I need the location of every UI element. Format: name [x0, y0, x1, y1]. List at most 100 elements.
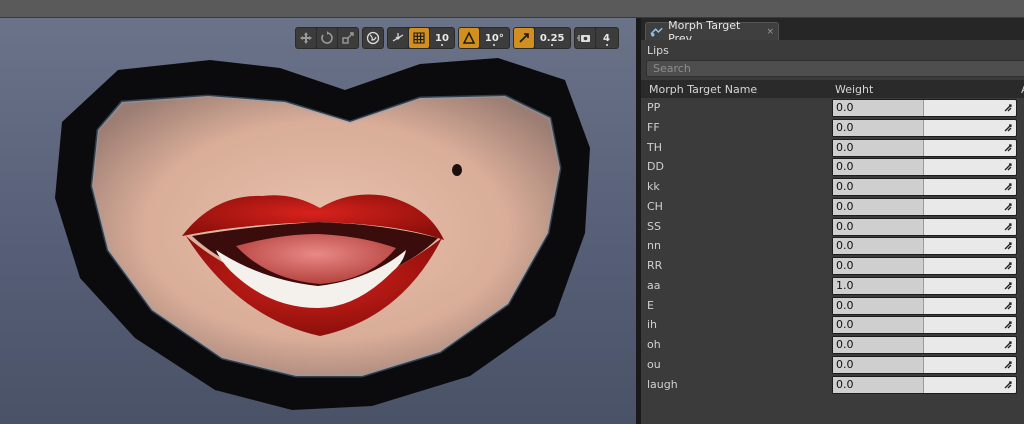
weight-value: 1.0 — [836, 278, 854, 292]
table-row: RR 0.0 — [641, 256, 1024, 276]
translate-icon — [300, 32, 312, 44]
table-row: DD 0.0 — [641, 157, 1024, 177]
weight-field[interactable]: 1.0 — [832, 276, 1017, 295]
weight-field[interactable]: 0.0 — [832, 158, 1017, 177]
rotation-snap-value[interactable]: 10° — [479, 28, 509, 48]
column-header-name[interactable]: Morph Target Name — [649, 83, 757, 96]
resize-grip-icon — [1004, 321, 1012, 329]
table-row: CH 0.0 — [641, 197, 1024, 217]
morph-target-preview-panel: Morph Target Prev × Lips Search Morph Ta… — [641, 18, 1024, 424]
resize-grip-icon — [1004, 183, 1012, 191]
morph-target-list: PP 0.0 FF 0.0 TH 0.0 DD 0.0 kk 0.0 CH 0.0 SS 0.0 nn 0.0… — [641, 98, 1024, 394]
resize-grip-icon — [1004, 242, 1012, 250]
resize-grip-icon — [1004, 104, 1012, 112]
morph-target-name: aa — [647, 278, 661, 292]
morph-target-name: ih — [647, 318, 658, 332]
tab-morph-target-preview[interactable]: Morph Target Prev × — [645, 19, 779, 45]
weight-field[interactable]: 0.0 — [832, 217, 1017, 236]
morph-target-name: RR — [647, 259, 663, 272]
weight-value: 0.0 — [836, 160, 854, 174]
top-menu-bar — [0, 0, 1024, 18]
table-row: kk 0.0 — [641, 177, 1024, 197]
scale-snap-value[interactable]: 0.25 — [534, 28, 570, 48]
coordinate-system-group — [362, 27, 384, 49]
weight-field[interactable]: 0.0 — [832, 355, 1017, 374]
globe-icon — [366, 31, 380, 45]
world-local-toggle[interactable] — [363, 28, 383, 48]
table-row: nn 0.0 — [641, 236, 1024, 256]
surface-snap-button[interactable] — [388, 28, 408, 48]
table-row: ou 0.0 — [641, 355, 1024, 375]
table-row: TH 0.0 — [641, 138, 1024, 158]
morph-target-name: DD — [647, 160, 664, 174]
weight-field[interactable]: 0.0 — [832, 237, 1017, 256]
weight-field[interactable]: 0.0 — [832, 99, 1017, 117]
resize-grip-icon — [1004, 203, 1012, 211]
table-row: aa 1.0 — [641, 276, 1024, 296]
resize-grip-icon — [1004, 222, 1012, 230]
resize-grip-icon — [1004, 380, 1012, 388]
morph-target-name: laugh — [647, 377, 678, 391]
weight-value: 0.0 — [836, 120, 854, 134]
weight-value: 0.0 — [836, 298, 854, 312]
search-input[interactable]: Search — [646, 60, 1024, 77]
table-row: FF 0.0 — [641, 118, 1024, 138]
resize-grip-icon — [1004, 361, 1012, 369]
camera-speed-button[interactable] — [574, 28, 595, 48]
weight-field[interactable]: 0.0 — [832, 118, 1017, 137]
rotation-snap-toggle[interactable] — [458, 28, 479, 48]
weight-field[interactable]: 0.0 — [832, 296, 1017, 315]
morph-target-icon — [650, 27, 663, 36]
translate-mode-button[interactable] — [296, 28, 316, 48]
weight-value: 0.0 — [836, 318, 854, 332]
camera-speed-group: 4 — [573, 27, 619, 49]
resize-grip-icon — [1004, 124, 1012, 132]
weight-field[interactable]: 0.0 — [832, 316, 1017, 335]
scale-snap-toggle[interactable] — [513, 28, 534, 48]
weight-value: 0.0 — [836, 140, 854, 154]
grid-snap-value[interactable]: 10 — [430, 28, 454, 48]
section-label: Lips — [647, 44, 669, 57]
weight-field[interactable]: 0.0 — [832, 375, 1017, 394]
viewport[interactable]: 10 10° 0.25 4 — [0, 18, 636, 424]
camera-speed-value[interactable]: 4 — [595, 28, 618, 48]
morph-target-name: CH — [647, 199, 663, 213]
table-row: SS 0.0 — [641, 217, 1024, 237]
mole — [452, 164, 462, 176]
morph-target-name: SS — [647, 219, 661, 233]
scale-icon — [342, 32, 354, 44]
rotate-icon — [321, 31, 333, 44]
weight-field[interactable]: 0.0 — [832, 257, 1017, 275]
scale-mode-button[interactable] — [338, 28, 358, 48]
table-row: oh 0.0 — [641, 335, 1024, 355]
weight-field[interactable]: 0.0 — [832, 138, 1017, 157]
rotate-mode-button[interactable] — [317, 28, 337, 48]
weight-field[interactable]: 0.0 — [832, 178, 1017, 196]
grid-snap-group: 10 — [387, 27, 455, 49]
weight-field[interactable]: 0.0 — [832, 197, 1017, 216]
morph-target-name: ou — [647, 357, 661, 371]
morph-target-name: E — [647, 298, 654, 312]
camera-icon — [576, 35, 590, 42]
table-row: E 0.0 — [641, 296, 1024, 316]
column-header-weight[interactable]: Weight — [835, 83, 873, 96]
table-header: Morph Target Name Weight A — [641, 80, 1024, 98]
table-row: ih 0.0 — [641, 315, 1024, 335]
scale-snap-group: 0.25 — [512, 27, 571, 49]
grid-icon — [413, 32, 425, 44]
table-row: PP 0.0 — [641, 98, 1024, 118]
close-icon[interactable]: × — [766, 27, 774, 37]
weight-value: 0.0 — [836, 199, 854, 213]
grid-snap-toggle[interactable] — [409, 28, 429, 48]
weight-value: 0.0 — [836, 259, 854, 272]
weight-value: 0.0 — [836, 377, 854, 391]
weight-field[interactable]: 0.0 — [832, 336, 1017, 354]
morph-target-name: FF — [647, 120, 660, 134]
resize-grip-icon — [1004, 282, 1012, 290]
resize-grip-icon — [1004, 262, 1012, 270]
morph-target-name: TH — [647, 140, 662, 154]
resize-grip-icon — [1004, 301, 1012, 309]
resize-grip-icon — [1004, 341, 1012, 349]
weight-value: 0.0 — [836, 239, 854, 253]
resize-grip-icon — [1004, 163, 1012, 171]
